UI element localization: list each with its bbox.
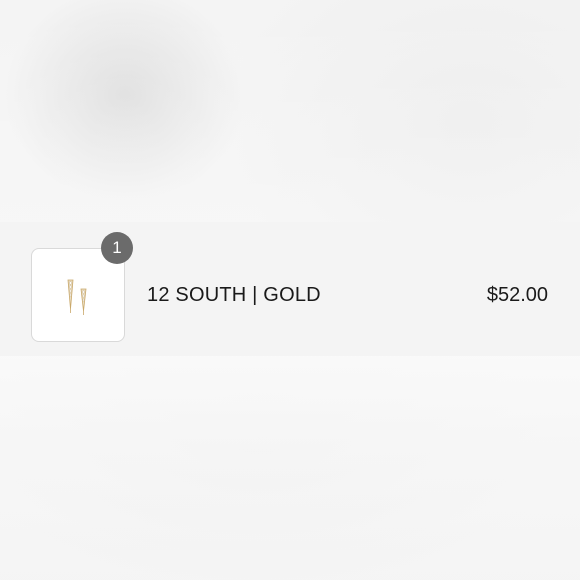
- quantity-badge: 1: [101, 232, 133, 264]
- product-price: $52.00: [486, 284, 548, 306]
- blurred-footer-area: [0, 356, 580, 580]
- blurred-header-area: [0, 0, 580, 222]
- product-name: 12 SOUTH | GOLD: [147, 284, 321, 306]
